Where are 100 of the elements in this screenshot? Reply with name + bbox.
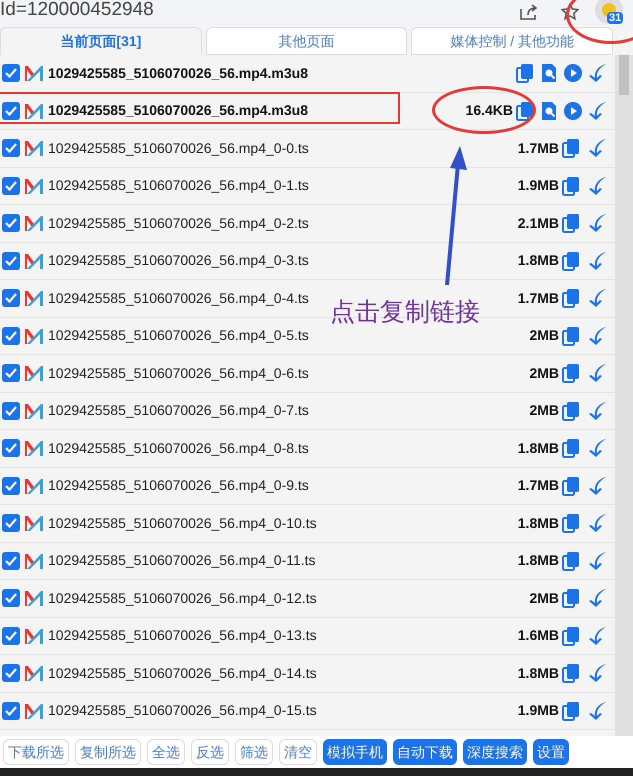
copy-icon[interactable]	[561, 626, 581, 646]
copy-icon[interactable]	[561, 400, 581, 421]
download-arrow-icon[interactable]	[587, 476, 607, 496]
checkbox[interactable]	[2, 702, 20, 720]
copy-icon[interactable]	[561, 438, 581, 458]
copy-icon[interactable]	[561, 176, 581, 196]
copy-icon[interactable]	[561, 700, 581, 721]
toolbar-button[interactable]: 设置	[533, 739, 569, 765]
copy-icon[interactable]	[561, 663, 581, 684]
toolbar-button[interactable]: 全选	[147, 739, 185, 765]
copy-icon[interactable]	[561, 363, 581, 384]
copy-icon[interactable]	[561, 250, 581, 271]
checkbox[interactable]	[2, 664, 20, 682]
file-size: 1.6MB	[518, 626, 559, 646]
file-name: 1029425585_5106070026_56.mp4_0-7.ts	[48, 401, 309, 420]
toolbar-button[interactable]: 自动下载	[393, 739, 457, 765]
tab[interactable]: 当前页面[31]	[0, 27, 202, 55]
file-size: 1.9MB	[518, 701, 559, 720]
download-arrow-icon[interactable]	[587, 250, 607, 271]
checkbox[interactable]	[2, 102, 20, 120]
logo-icon	[24, 439, 44, 458]
file-size: 2MB	[529, 401, 559, 420]
checkbox[interactable]	[2, 626, 20, 645]
logo-icon	[24, 664, 44, 682]
checkbox[interactable]	[2, 402, 20, 420]
download-arrow-icon[interactable]	[587, 700, 607, 721]
file-size: 2MB	[529, 364, 559, 383]
play-icon[interactable]	[563, 100, 583, 121]
download-arrow-icon[interactable]	[587, 550, 607, 571]
file-size: 1.8MB	[518, 251, 559, 270]
download-arrow-icon[interactable]	[587, 288, 607, 308]
logo-icon	[24, 176, 44, 195]
checkbox[interactable]	[2, 439, 20, 458]
file-size: 1.8MB	[518, 438, 559, 458]
checkbox[interactable]	[2, 476, 20, 495]
file-size: 1.7MB	[518, 476, 559, 496]
file-name: 1029425585_5106070026_56.mp4_0-10.ts	[48, 514, 317, 533]
file-size: 1.8MB	[518, 514, 559, 533]
download-arrow-icon[interactable]	[587, 326, 607, 346]
checkbox[interactable]	[2, 214, 20, 232]
logo-icon	[24, 514, 44, 532]
file-size: 2.1MB	[518, 214, 559, 233]
download-arrow-icon[interactable]	[587, 400, 607, 421]
copy-icon[interactable]	[561, 213, 581, 234]
copy-icon[interactable]	[515, 100, 535, 121]
logo-icon	[24, 552, 44, 570]
checkbox[interactable]	[2, 139, 20, 158]
download-arrow-icon[interactable]	[587, 626, 607, 646]
file-name: 1029425585_5106070026_56.mp4_0-11.ts	[48, 551, 316, 570]
file-size: 1.7MB	[518, 138, 559, 158]
checkbox[interactable]	[2, 326, 20, 345]
logo-icon	[24, 626, 44, 645]
share-icon[interactable]	[519, 3, 539, 21]
extension-badge: 31	[607, 12, 624, 24]
toolbar-button[interactable]: 模拟手机	[323, 739, 387, 765]
checkbox[interactable]	[2, 176, 20, 195]
checkbox[interactable]	[2, 552, 20, 570]
checkbox[interactable]	[2, 514, 20, 532]
toolbar-button[interactable]: 反选	[191, 739, 229, 765]
checkbox[interactable]	[2, 289, 20, 308]
copy-icon[interactable]	[561, 588, 581, 608]
copy-icon[interactable]	[561, 288, 581, 308]
checkbox[interactable]	[2, 589, 20, 608]
download-arrow-icon[interactable]	[587, 138, 607, 158]
play-icon[interactable]	[563, 63, 583, 84]
copy-icon[interactable]	[561, 476, 581, 496]
download-arrow-icon[interactable]	[587, 663, 607, 684]
download-arrow-icon[interactable]	[587, 176, 607, 196]
checkbox[interactable]	[2, 252, 20, 270]
tab[interactable]: 其他页面	[206, 27, 408, 55]
download-arrow-icon[interactable]	[587, 363, 607, 384]
download-arrow-icon[interactable]	[587, 63, 607, 84]
download-arrow-icon[interactable]	[587, 588, 607, 608]
file-name: 1029425585_5106070026_56.mp4_0-12.ts	[48, 588, 317, 608]
file-search-icon[interactable]	[539, 100, 559, 121]
file-name: 1029425585_5106070026_56.mp4_0-4.ts	[48, 288, 309, 308]
file-search-icon[interactable]	[539, 63, 559, 84]
toolbar-button[interactable]: 下载所选	[3, 739, 69, 765]
file-name: 1029425585_5106070026_56.mp4_0-1.ts	[48, 176, 309, 196]
scrollbar[interactable]	[615, 55, 633, 736]
tab[interactable]: 媒体控制 / 其他功能	[411, 27, 614, 55]
download-arrow-icon[interactable]	[587, 438, 607, 458]
logo-icon	[24, 139, 44, 158]
copy-icon[interactable]	[515, 63, 535, 84]
file-name: 1029425585_5106070026_56.mp4_0-6.ts	[48, 364, 309, 383]
toolbar-button[interactable]: 深度搜索	[463, 739, 527, 765]
download-arrow-icon[interactable]	[587, 213, 607, 234]
download-arrow-icon[interactable]	[587, 100, 607, 121]
copy-icon[interactable]	[561, 326, 581, 346]
copy-icon[interactable]	[561, 513, 581, 534]
copy-icon[interactable]	[561, 550, 581, 571]
copy-icon[interactable]	[561, 138, 581, 158]
file-size: 2MB	[529, 588, 559, 608]
checkbox[interactable]	[2, 364, 20, 382]
file-name: 1029425585_5106070026_56.mp4_0-3.ts	[48, 251, 309, 270]
checkbox[interactable]	[2, 64, 20, 82]
toolbar-button[interactable]: 复制所选	[75, 739, 141, 765]
download-arrow-icon[interactable]	[587, 513, 607, 534]
toolbar-button[interactable]: 筛选	[235, 739, 273, 765]
toolbar-button[interactable]: 清空	[279, 739, 317, 765]
